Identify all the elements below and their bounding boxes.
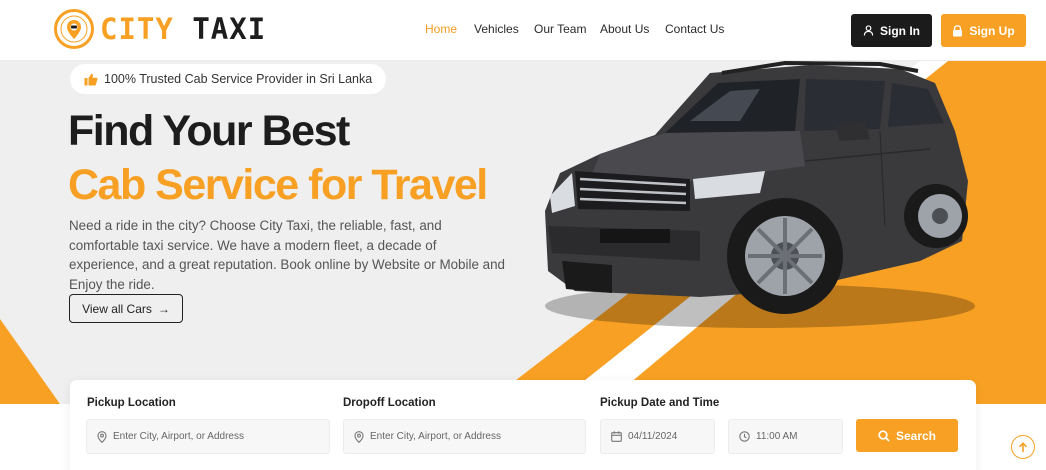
brand-logo[interactable]: CITY TAXI [54,9,266,49]
pickup-time-value: 11:00 AM [756,431,798,442]
nav-contact-us[interactable]: Contact Us [665,22,724,36]
trust-badge: 100% Trusted Cab Service Provider in Sri… [70,64,387,94]
nav-vehicles[interactable]: Vehicles [474,22,519,36]
clock-icon [739,431,750,442]
pickup-date-input[interactable]: 04/11/2024 [600,419,715,454]
dropoff-location-input[interactable]: Enter City, Airport, or Address [343,419,586,454]
hero-title-line1: Find Your Best [68,107,350,155]
search-icon [878,429,890,442]
dropoff-label: Dropoff Location [343,397,436,409]
view-all-cars-button[interactable]: View all Cars → [69,294,183,323]
brand-name-part1: CITY [100,12,174,46]
map-pin-icon [97,430,107,443]
arrow-right-icon: → [157,301,170,316]
pickup-placeholder: Enter City, Airport, or Address [113,431,244,442]
sign-in-button[interactable]: Sign In [851,14,932,47]
sign-in-label: Sign In [880,23,920,38]
scroll-to-top-button[interactable] [1011,435,1035,459]
hero-section: 100% Trusted Cab Service Provider in Sri… [0,61,1046,404]
dropoff-placeholder: Enter City, Airport, or Address [370,431,501,442]
nav-our-team[interactable]: Our Team [534,22,586,36]
pickup-time-input[interactable]: 11:00 AM [728,419,843,454]
nav-home[interactable]: Home [425,22,457,36]
pickup-date-value: 04/11/2024 [628,431,678,442]
brand-name-part2: TAXI [192,12,267,46]
calendar-icon [611,431,622,442]
nav-about-us[interactable]: About Us [600,22,649,36]
hero-description: Need a ride in the city? Choose City Tax… [69,218,505,292]
search-label: Search [895,428,937,443]
site-header: CITY TAXI Home Vehicles Our Team About U… [0,0,1046,61]
view-all-cars-label: View all Cars [82,301,152,316]
brand-name: CITY TAXI [100,12,266,46]
trust-badge-text: 100% Trusted Cab Service Provider in Sri… [104,72,373,86]
sign-up-button[interactable]: Sign Up [941,14,1026,47]
pickup-datetime-label: Pickup Date and Time [600,397,720,409]
lock-icon [953,24,963,36]
taxi-logo-icon [54,9,94,49]
user-icon [863,25,874,36]
pickup-label: Pickup Location [87,397,176,409]
thumbs-up-icon [84,73,98,85]
sign-up-label: Sign Up [969,23,1015,38]
pickup-location-input[interactable]: Enter City, Airport, or Address [86,419,330,454]
hero-title-line2: Cab Service for Travel [68,161,488,209]
arrow-up-icon [1018,441,1028,452]
map-pin-icon [354,430,364,443]
booking-search-form: Pickup Location Enter City, Airport, or … [70,380,976,470]
search-button[interactable]: Search [856,419,958,452]
